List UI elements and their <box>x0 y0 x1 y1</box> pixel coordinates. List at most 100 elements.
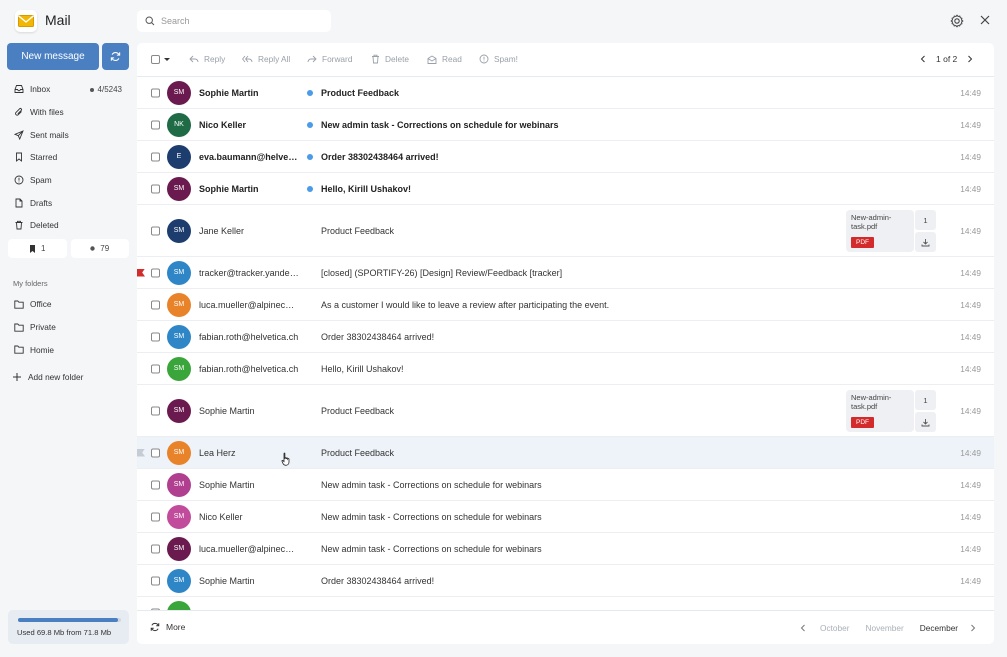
email-row[interactable]: SM fabian.roth@helvetica.ch Hello, Kirill … <box>137 353 994 385</box>
spam-button[interactable]: Spam! <box>479 54 518 64</box>
email-time: 14:49 <box>960 87 981 98</box>
more-button[interactable]: More <box>150 622 185 632</box>
folder-item-private[interactable]: Private <box>8 316 129 339</box>
email-time: 14:49 <box>960 363 981 374</box>
reply-all-button[interactable]: Reply All <box>242 54 290 64</box>
email-row[interactable]: SM Sophie Martin Hello, Kirill Ushakov! 14:… <box>137 173 994 205</box>
download-button[interactable] <box>915 232 936 252</box>
row-checkbox[interactable] <box>151 152 160 161</box>
email-row[interactable]: SM Jane Keller Product Feedback New-admin-… <box>137 205 994 257</box>
row-checkbox[interactable] <box>151 184 160 193</box>
row-checkbox[interactable] <box>151 120 160 129</box>
email-row[interactable]: SM Sophie Martin Product Feedback 14:49 <box>137 77 994 109</box>
plus-icon <box>13 373 21 381</box>
download-icon <box>921 418 930 426</box>
avatar: SM <box>167 218 191 243</box>
row-checkbox[interactable] <box>151 364 160 373</box>
email-time: 14:49 <box>960 575 981 586</box>
attachment-card[interactable]: New-admin-task.pdf PDF <box>846 390 914 432</box>
chevron-right-icon[interactable] <box>967 55 973 63</box>
chevron-left-icon[interactable] <box>920 55 926 63</box>
attachment-card[interactable]: New-admin-task.pdf PDF <box>846 210 914 252</box>
row-checkbox[interactable] <box>151 512 160 521</box>
sidebar-item-spam[interactable]: Spam <box>8 169 129 192</box>
month-november[interactable]: November <box>866 623 904 633</box>
new-message-button[interactable]: New message <box>7 43 99 70</box>
starred-chip[interactable]: 1 <box>8 239 67 258</box>
chevron-down-icon[interactable] <box>164 58 170 61</box>
month-december[interactable]: December <box>920 623 958 633</box>
attachment-count: 1 <box>915 390 936 410</box>
row-checkbox[interactable] <box>151 332 160 341</box>
chevron-left-icon[interactable] <box>800 624 806 632</box>
row-checkbox[interactable] <box>151 406 160 415</box>
email-row[interactable]: SM Sophie Martin New admin task - Correcti… <box>137 469 994 501</box>
reply-button[interactable]: Reply <box>189 54 225 64</box>
email-time: 14:49 <box>960 225 981 236</box>
folder-item-office[interactable]: Office <box>8 293 129 316</box>
email-row[interactable]: SM Sophie Martin Order 38302438464 arrived… <box>137 565 994 597</box>
row-checkbox[interactable] <box>151 480 160 489</box>
email-row[interactable]: SM tracker@tracker.yandex.ru [closed] (SPO… <box>137 257 994 289</box>
more-label: More <box>166 622 186 632</box>
row-checkbox[interactable] <box>151 268 160 277</box>
row-checkbox[interactable] <box>151 300 160 309</box>
folder-item-homie[interactable]: Homie <box>8 338 129 361</box>
avatar: SM <box>167 472 191 497</box>
reply-label: Reply <box>204 54 226 64</box>
email-row[interactable]: SM Nico Keller New admin task - Correction… <box>137 501 994 533</box>
email-row[interactable]: SM luca.mueller@alpinecorp.ch As a custome… <box>137 289 994 321</box>
email-row[interactable]: SM Sophie Martin Product Feedback New-admi… <box>137 385 994 437</box>
avatar: SM <box>167 398 191 423</box>
download-button[interactable] <box>915 412 936 432</box>
sidebar-item-with-files[interactable]: With files <box>8 101 129 124</box>
sidebar-chips: 1 79 <box>8 239 129 258</box>
email-sender: Nico Keller <box>199 511 243 522</box>
storage-text: Used 69.8 Mb from 71.8 Mb <box>17 628 112 637</box>
email-sender: fabian.roth@helvetica.ch <box>199 363 299 374</box>
forward-button[interactable]: Forward <box>307 54 352 64</box>
search-box[interactable] <box>137 10 331 32</box>
select-all-checkbox[interactable] <box>151 55 160 64</box>
chevron-right-icon[interactable] <box>970 624 976 632</box>
email-row[interactable]: SM fabian.roth@helvetica.ch Order 38302438… <box>137 321 994 353</box>
sidebar-item-inbox[interactable]: Inbox 4/5243 <box>8 78 129 101</box>
email-row[interactable]: Eeva.baumann@helvetic... Order 3830243846… <box>137 141 994 173</box>
add-folder-button[interactable]: Add new folder <box>13 372 83 382</box>
avatar: SM <box>167 80 191 105</box>
email-row[interactable]: NK Nico Keller New admin task - Correction… <box>137 109 994 141</box>
row-checkbox[interactable] <box>151 88 160 97</box>
folder-label: Homie <box>30 344 54 355</box>
folder-icon <box>13 344 24 355</box>
email-subject: Product Feedback <box>321 87 400 98</box>
sidebar-item-deleted[interactable]: Deleted <box>8 214 129 237</box>
email-row[interactable]: SM Lea Herz Product Feedback 14:49 <box>137 437 994 469</box>
email-subject: Hello, Kirill Ushakov! <box>321 363 404 374</box>
search-input[interactable] <box>161 16 321 26</box>
avatar: SM <box>167 292 191 317</box>
email-row[interactable]: SM luca.mueller@alpinecorp.ch New admin ta… <box>137 533 994 565</box>
row-checkbox[interactable] <box>151 544 160 553</box>
refresh-button[interactable] <box>102 43 129 70</box>
flag-icon[interactable] <box>137 448 145 457</box>
email-time: 14:49 <box>960 267 981 278</box>
row-checkbox[interactable] <box>151 576 160 585</box>
flag-icon[interactable] <box>137 268 145 277</box>
send-icon <box>13 129 24 140</box>
unread-chip[interactable]: 79 <box>70 239 129 258</box>
sidebar-item-label: With files <box>30 107 64 118</box>
sidebar-item-starred[interactable]: Starred <box>8 146 129 169</box>
settings-button[interactable] <box>950 14 964 28</box>
read-button[interactable]: Read <box>427 54 462 64</box>
delete-button[interactable]: Delete <box>371 54 409 64</box>
reply-all-label: Reply All <box>258 54 291 64</box>
email-subject: Product Feedback <box>321 447 395 458</box>
trash-icon <box>13 220 24 231</box>
close-button[interactable] <box>979 14 991 26</box>
sidebar-item-sent-mails[interactable]: Sent mails <box>8 123 129 146</box>
sidebar-item-drafts[interactable]: Drafts <box>8 191 129 214</box>
month-october[interactable]: October <box>820 623 850 633</box>
row-checkbox[interactable] <box>151 226 160 235</box>
refresh-icon <box>150 622 160 632</box>
row-checkbox[interactable] <box>151 448 160 457</box>
